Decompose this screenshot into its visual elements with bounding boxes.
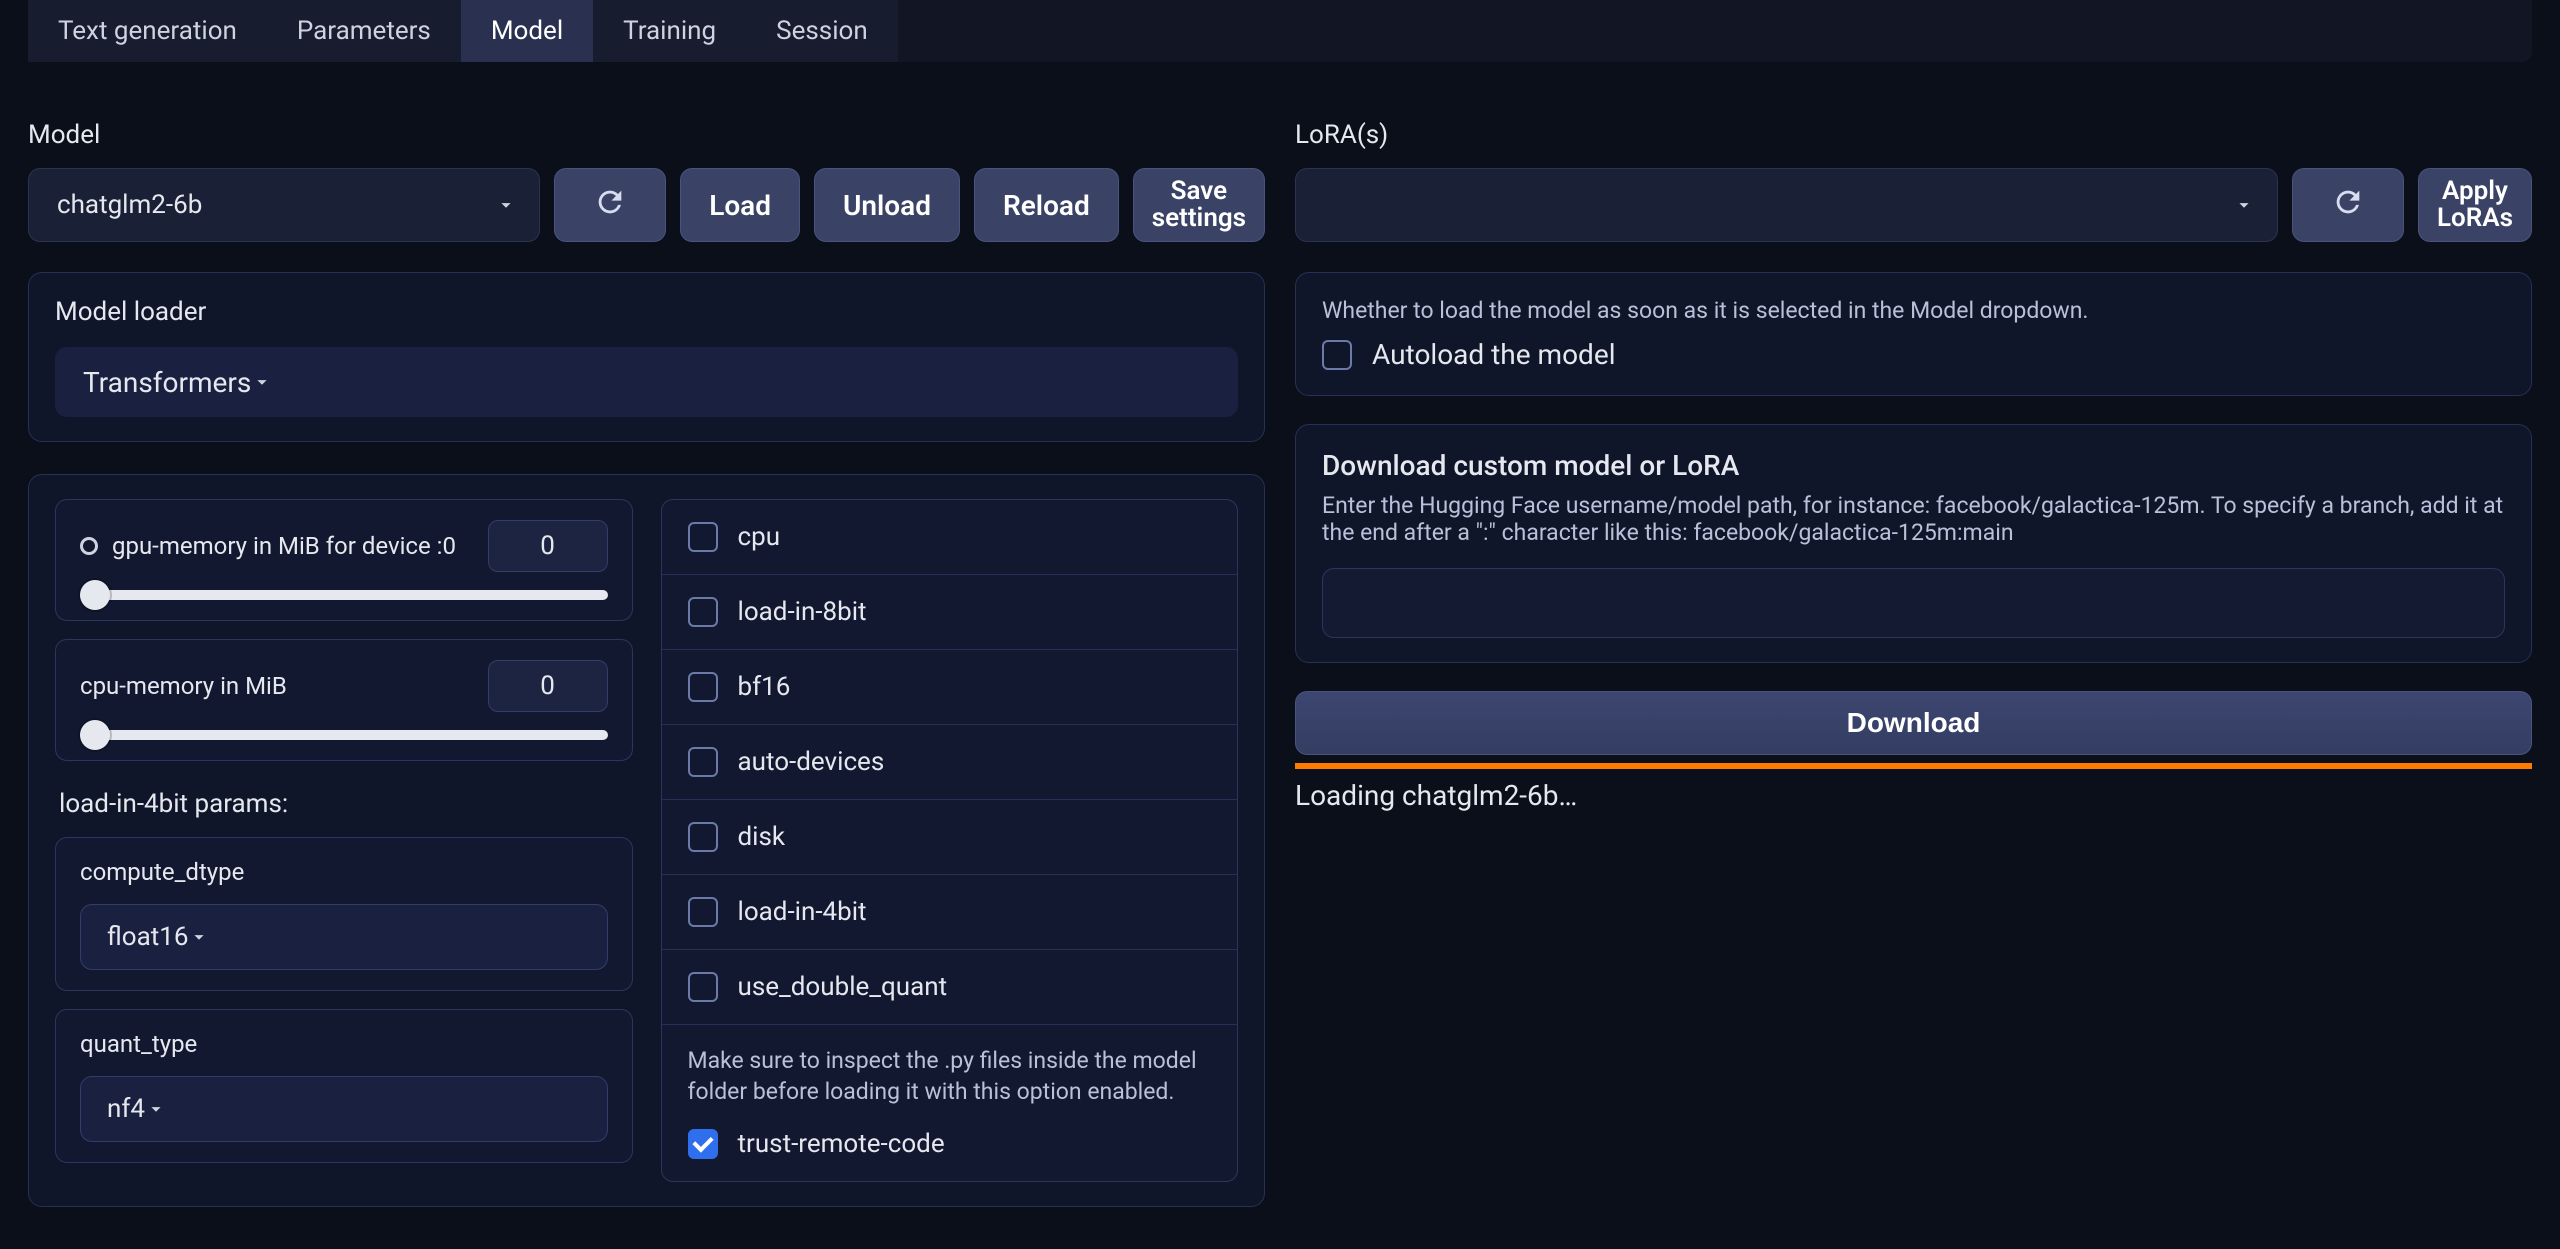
gpu-memory-slider[interactable] bbox=[80, 590, 608, 600]
model-select-value: chatglm2-6b bbox=[57, 190, 202, 220]
refresh-icon bbox=[2331, 185, 2365, 226]
use-double-quant-label: use_double_quant bbox=[738, 972, 948, 1002]
status-text: Loading chatglm2-6b… bbox=[1295, 779, 2532, 812]
chevron-down-icon bbox=[2233, 194, 2255, 216]
auto-devices-checkbox[interactable] bbox=[688, 747, 718, 777]
bf16-label: bf16 bbox=[738, 672, 791, 702]
load-in-8bit-checkbox[interactable] bbox=[688, 597, 718, 627]
compute-dtype-value: float16 bbox=[107, 922, 188, 952]
chevron-down-icon bbox=[188, 926, 210, 948]
load-in-4bit-checkbox[interactable] bbox=[688, 897, 718, 927]
unload-button[interactable]: Unload bbox=[814, 168, 960, 242]
gpu-memory-card: gpu-memory in MiB for device :0 0 bbox=[55, 499, 633, 621]
gpu-memory-label: gpu-memory in MiB for device :0 bbox=[112, 532, 456, 560]
model-loader-label: Model loader bbox=[55, 297, 1238, 327]
loading-progress bbox=[1295, 763, 2532, 769]
quant-type-label: quant_type bbox=[80, 1030, 608, 1058]
tab-session[interactable]: Session bbox=[746, 0, 898, 62]
chevron-down-icon bbox=[495, 194, 517, 216]
cpu-memory-value[interactable]: 0 bbox=[488, 660, 608, 712]
load-in-4bit-label: load-in-4bit bbox=[738, 897, 867, 927]
compute-dtype-label: compute_dtype bbox=[80, 858, 608, 886]
cpu-checkbox[interactable] bbox=[688, 522, 718, 552]
download-button[interactable]: Download bbox=[1295, 691, 2532, 755]
params-panel: gpu-memory in MiB for device :0 0 cpu-me… bbox=[28, 474, 1265, 1207]
model-select[interactable]: chatglm2-6b bbox=[28, 168, 540, 242]
loras-label: LoRA(s) bbox=[1295, 120, 2532, 150]
tab-model[interactable]: Model bbox=[461, 0, 593, 62]
gpu-memory-value[interactable]: 0 bbox=[488, 520, 608, 572]
cpu-memory-card: cpu-memory in MiB 0 bbox=[55, 639, 633, 761]
compute-dtype-select[interactable]: float16 bbox=[80, 904, 608, 970]
download-input[interactable] bbox=[1322, 568, 2505, 638]
download-title: Download custom model or LoRA bbox=[1322, 449, 2505, 482]
load-button[interactable]: Load bbox=[680, 168, 800, 242]
download-hint: Enter the Hugging Face username/model pa… bbox=[1322, 492, 2505, 546]
disk-label: disk bbox=[738, 822, 786, 852]
trust-remote-code-hint: Make sure to inspect the .py files insid… bbox=[662, 1025, 1238, 1107]
cpu-memory-label: cpu-memory in MiB bbox=[80, 672, 287, 700]
cpu-memory-slider[interactable] bbox=[80, 730, 608, 740]
model-loader-value: Transformers bbox=[83, 366, 251, 399]
radio-dot-icon bbox=[80, 537, 98, 555]
flags-list: cpu load-in-8bit bf16 auto-devices disk … bbox=[661, 499, 1239, 1182]
autoload-checkbox[interactable] bbox=[1322, 340, 1352, 370]
load-in-4bit-title: load-in-4bit params: bbox=[59, 789, 633, 819]
apply-loras-button[interactable]: ApplyLoRAs bbox=[2418, 168, 2532, 242]
trust-remote-code-checkbox[interactable] bbox=[688, 1129, 718, 1159]
quant-type-value: nf4 bbox=[107, 1094, 145, 1124]
autoload-label: Autoload the model bbox=[1372, 338, 1616, 371]
load-in-8bit-label: load-in-8bit bbox=[738, 597, 867, 627]
cpu-flag-label: cpu bbox=[738, 522, 781, 552]
autoload-panel: Whether to load the model as soon as it … bbox=[1295, 272, 2532, 396]
disk-checkbox[interactable] bbox=[688, 822, 718, 852]
quant-type-card: quant_type nf4 bbox=[55, 1009, 633, 1163]
model-label: Model bbox=[28, 120, 1265, 150]
compute-dtype-card: compute_dtype float16 bbox=[55, 837, 633, 991]
bf16-checkbox[interactable] bbox=[688, 672, 718, 702]
autoload-hint: Whether to load the model as soon as it … bbox=[1322, 297, 2505, 324]
model-loader-panel: Model loader Transformers bbox=[28, 272, 1265, 442]
reload-button[interactable]: Reload bbox=[974, 168, 1119, 242]
model-loader-select[interactable]: Transformers bbox=[55, 347, 1238, 417]
save-settings-button[interactable]: Savesettings bbox=[1133, 168, 1265, 242]
refresh-models-button[interactable] bbox=[554, 168, 666, 242]
refresh-loras-button[interactable] bbox=[2292, 168, 2404, 242]
chevron-down-icon bbox=[251, 371, 273, 393]
trust-remote-code-label: trust-remote-code bbox=[738, 1129, 945, 1159]
quant-type-select[interactable]: nf4 bbox=[80, 1076, 608, 1142]
tab-training[interactable]: Training bbox=[593, 0, 746, 62]
chevron-down-icon bbox=[145, 1098, 167, 1120]
tab-parameters[interactable]: Parameters bbox=[267, 0, 461, 62]
tab-text-generation[interactable]: Text generation bbox=[28, 0, 267, 62]
auto-devices-label: auto-devices bbox=[738, 747, 885, 777]
refresh-icon bbox=[593, 185, 627, 226]
use-double-quant-checkbox[interactable] bbox=[688, 972, 718, 1002]
loras-select[interactable] bbox=[1295, 168, 2278, 242]
tabs: Text generation Parameters Model Trainin… bbox=[28, 0, 2532, 62]
download-panel: Download custom model or LoRA Enter the … bbox=[1295, 424, 2532, 663]
